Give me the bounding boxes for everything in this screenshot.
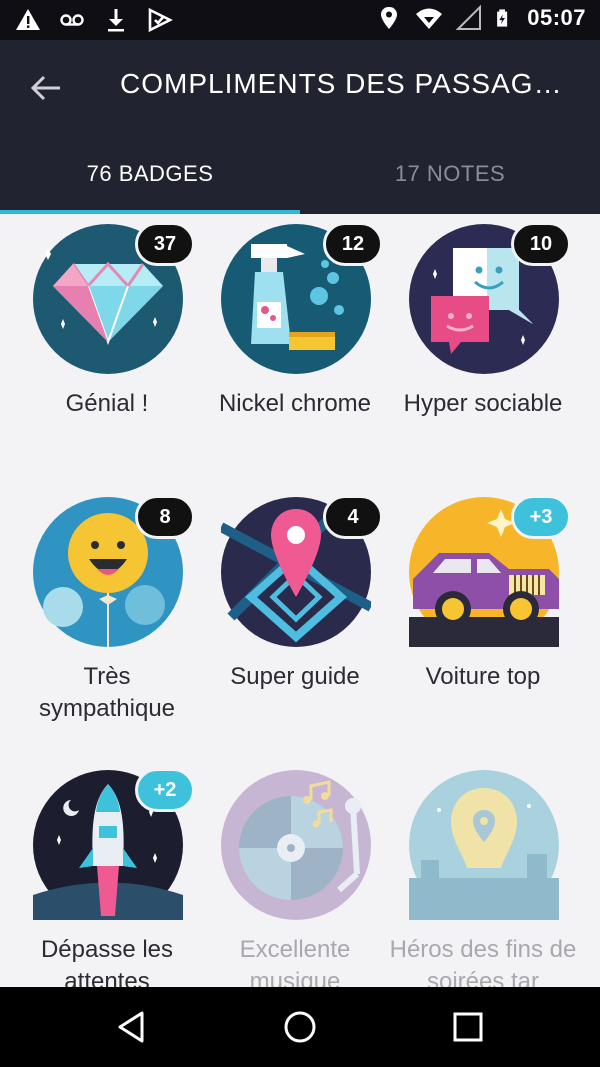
back-triangle-icon[interactable] <box>112 1007 152 1047</box>
battery-icon <box>497 9 508 27</box>
app-check-icon <box>148 7 173 33</box>
page-title: COMPLIMENTS DES PASSAG… <box>120 68 560 99</box>
wifi-icon <box>416 8 443 29</box>
record-player-icon <box>221 770 371 920</box>
app-bar: COMPLIMENTS DES PASSAG… <box>0 40 600 134</box>
clock: 05:07 <box>527 5 586 30</box>
badge-count: 10 <box>511 222 571 266</box>
badge-count: 12 <box>323 222 383 266</box>
badge-label: Très sympathique <box>38 663 176 722</box>
badge-count-new: +2 <box>135 768 195 812</box>
home-circle-icon[interactable] <box>280 1007 320 1047</box>
badge-label: Dépasse les attentes <box>40 936 174 987</box>
badge-count: 8 <box>135 495 195 539</box>
badge-label: Héros des fins de soirées tar <box>389 936 577 987</box>
signal-icon <box>455 4 482 30</box>
badge-count-new: +3 <box>511 495 571 539</box>
badge-label: Génial ! <box>65 390 149 417</box>
voicemail-icon <box>60 14 84 26</box>
warning-icon <box>16 9 40 30</box>
download-icon <box>108 9 124 32</box>
arrow-left-icon[interactable] <box>22 64 70 112</box>
tab-badges[interactable]: 76 BADGES <box>0 134 300 214</box>
status-bar: 05:07 <box>0 0 600 40</box>
badge-count: 4 <box>323 495 383 539</box>
badge-label: Excellente musique <box>239 936 351 987</box>
badge-label: Voiture top <box>425 663 541 690</box>
badge-label: Super guide <box>230 663 360 690</box>
badge-label: Nickel chrome <box>218 390 372 417</box>
badge-label: Hyper sociable <box>403 390 563 417</box>
navigation-bar <box>0 987 600 1067</box>
night-pin-icon <box>409 770 559 920</box>
tab-notes[interactable]: 17 NOTES <box>300 134 600 214</box>
badges-grid: 37 Génial ! 12 Nickel chrome 10 Hyper so… <box>0 214 600 987</box>
location-icon <box>381 7 398 29</box>
recents-square-icon[interactable] <box>448 1007 488 1047</box>
badge-count: 37 <box>135 222 195 266</box>
tab-bar: 76 BADGES 17 NOTES <box>0 134 600 214</box>
